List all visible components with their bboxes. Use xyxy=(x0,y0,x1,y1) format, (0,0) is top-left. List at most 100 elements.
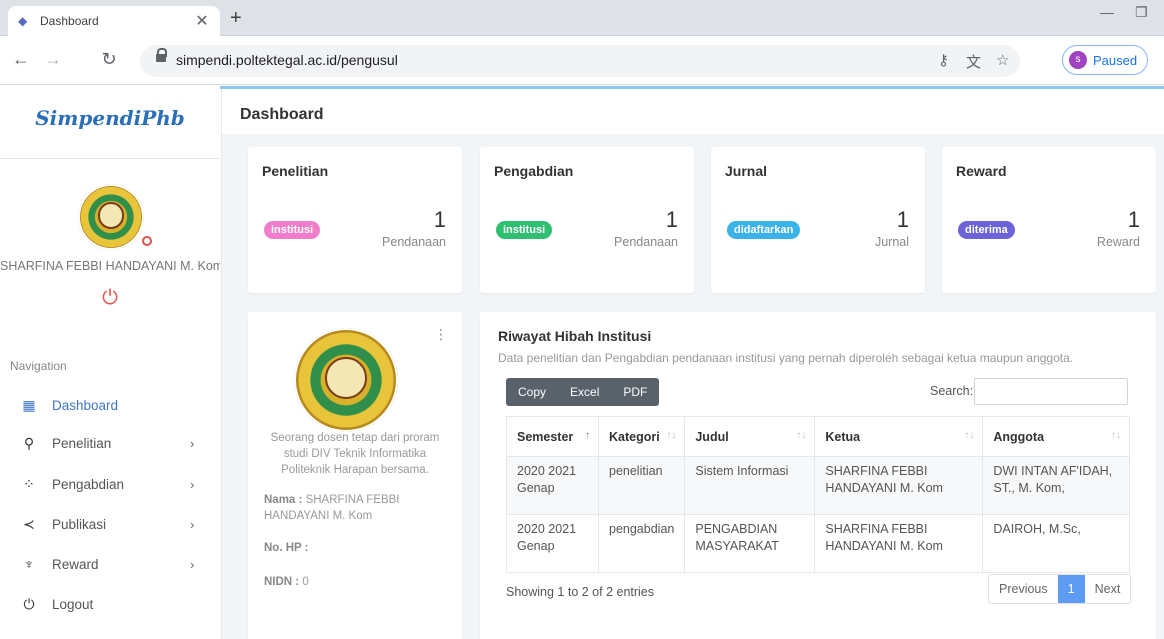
nav-heading: Navigation xyxy=(10,359,67,373)
stat-card-penelitian[interactable]: Penelitian institusi 1 Pendanaan xyxy=(248,147,462,293)
user-status-icon xyxy=(142,236,152,246)
sidebar-item-pengabdian[interactable]: ⁘ Pengabdian › xyxy=(0,470,220,498)
page-title: Dashboard xyxy=(240,106,324,123)
copy-button[interactable]: Copy xyxy=(506,378,558,406)
previous-page-button[interactable]: Previous xyxy=(989,575,1058,603)
search-input[interactable] xyxy=(974,378,1128,405)
sidebar-divider xyxy=(0,158,220,159)
hibah-table: Semester ↑ Kategori ↑↓ Judul ↑↓ Ketua ↑↓… xyxy=(506,416,1130,573)
power-icon[interactable]: ⏻ xyxy=(100,288,120,308)
status-badge: institusi xyxy=(264,221,321,239)
cell-anggota: DAIROH, M.Sc, xyxy=(982,514,1130,573)
stat-title: Penelitian xyxy=(262,163,329,179)
minimize-icon[interactable]: — xyxy=(1100,4,1114,20)
cell-semester: 2020 2021 Genap xyxy=(506,514,599,573)
column-header-judul[interactable]: Judul ↑↓ xyxy=(684,416,816,457)
sidebar: SimpendiPhb SHARFINA FEBBI HANDAYANI M. … xyxy=(0,86,220,639)
app-logo[interactable]: SimpendiPhb xyxy=(0,106,220,130)
stat-card-reward[interactable]: Reward diterima 1 Reward xyxy=(942,147,1156,293)
riwayat-hibah-card: Riwayat Hibah Institusi Data penelitian … xyxy=(480,312,1156,639)
status-badge: didaftarkan xyxy=(727,221,801,239)
stat-unit: Reward xyxy=(1096,235,1140,249)
omnibox[interactable]: simpendi.poltektegal.ac.id/pengusul ⚷ 文 … xyxy=(140,45,1020,77)
column-label: Ketua xyxy=(825,429,861,444)
sidebar-item-label: Publikasi xyxy=(52,516,107,532)
stat-title: Reward xyxy=(956,163,1007,179)
sidebar-item-label: Reward xyxy=(52,556,99,572)
more-options-icon[interactable]: ⋮ xyxy=(434,326,448,343)
profile-nama: Nama : SHARFINA FEBBI HANDAYANI M. Kom xyxy=(264,492,450,524)
pagination: Previous 1 Next xyxy=(988,574,1132,604)
stat-value: 1 xyxy=(433,207,446,232)
sidebar-user-name: SHARFINA FEBBI HANDAYANI M. Kom xyxy=(0,259,220,273)
tab-title: Dashboard xyxy=(40,14,99,28)
main-content: Dashboard Penelitian institusi 1 Pendana… xyxy=(221,89,1164,639)
share-icon: ≺ xyxy=(23,515,35,532)
address-bar: ← → ↻ simpendi.poltektegal.ac.id/pengusu… xyxy=(0,36,1164,85)
profile-card: ⋮ Seorang dosen tetap dari proram studi … xyxy=(248,312,462,639)
institution-logo xyxy=(294,328,398,432)
close-tab-icon[interactable]: ✕ xyxy=(194,11,210,31)
table-row: 2020 2021 Genap penelitian Sistem Inform… xyxy=(506,456,1130,515)
cell-kategori: penelitian xyxy=(597,456,686,515)
table-row: 2020 2021 Genap pengabdian PENGABDIAN MA… xyxy=(506,514,1130,573)
column-header-kategori[interactable]: Kategori ↑↓ xyxy=(597,416,686,457)
favicon-icon: ◆ xyxy=(18,14,28,28)
sort-icon: ↑↓ xyxy=(964,430,975,441)
status-badge: institusi xyxy=(496,221,553,239)
column-label: Semester xyxy=(517,429,574,444)
column-label: Kategori xyxy=(609,429,660,444)
browser-tab[interactable]: ◆ Dashboard ✕ xyxy=(8,6,220,36)
excel-button[interactable]: Excel xyxy=(558,378,611,406)
search-label: Search: xyxy=(930,384,974,398)
sidebar-item-publikasi[interactable]: ≺ Publikasi › xyxy=(0,510,220,538)
export-button-group: Copy Excel PDF xyxy=(506,378,660,406)
star-icon[interactable]: ☆ xyxy=(996,51,1009,69)
browser-tab-bar: ◆ Dashboard ✕ + — ❐ xyxy=(0,0,1164,36)
translate-icon[interactable]: 文 xyxy=(966,51,981,72)
stat-value: 1 xyxy=(1127,207,1140,232)
sort-icon: ↑↓ xyxy=(666,430,677,441)
forward-icon[interactable]: → xyxy=(42,48,64,70)
sidebar-item-dashboard[interactable]: ▦ Dashboard xyxy=(0,391,220,419)
stat-card-pengabdian[interactable]: Pengabdian institusi 1 Pendanaan xyxy=(480,147,694,293)
sidebar-item-logout[interactable]: ⏻ Logout xyxy=(0,590,220,618)
table-info: Showing 1 to 2 of 2 entries xyxy=(506,585,655,599)
stat-value: 1 xyxy=(896,207,909,232)
stat-value: 1 xyxy=(665,207,678,232)
key-icon[interactable]: ⚷ xyxy=(938,51,949,69)
cell-anggota: DWI INTAN AF'IDAH, ST., M. Kom, xyxy=(982,456,1130,515)
sidebar-item-label: Pengabdian xyxy=(52,476,125,492)
sort-asc-icon: ↑ xyxy=(585,430,590,441)
pdf-button[interactable]: PDF xyxy=(611,378,659,406)
sidebar-item-penelitian[interactable]: ⚲ Penelitian › xyxy=(0,429,220,457)
stat-title: Jurnal xyxy=(725,163,768,179)
back-icon[interactable]: ← xyxy=(10,48,32,70)
profile-button[interactable]: s Paused xyxy=(1062,45,1148,75)
cell-semester: 2020 2021 Genap xyxy=(506,456,599,515)
field-label: No. HP : xyxy=(264,542,309,554)
column-header-ketua[interactable]: Ketua ↑↓ xyxy=(814,416,984,457)
column-header-anggota[interactable]: Anggota ↑↓ xyxy=(982,416,1130,457)
new-tab-icon[interactable]: + xyxy=(230,6,242,30)
column-header-semester[interactable]: Semester ↑ xyxy=(506,416,599,457)
stat-card-jurnal[interactable]: Jurnal didaftarkan 1 Jurnal xyxy=(711,147,925,293)
column-label: Judul xyxy=(695,429,729,444)
next-page-button[interactable]: Next xyxy=(1085,575,1131,603)
url-text[interactable]: simpendi.poltektegal.ac.id/pengusul xyxy=(176,52,398,68)
restore-icon[interactable]: ❐ xyxy=(1135,4,1148,21)
chevron-right-icon: › xyxy=(190,476,195,492)
chevron-right-icon: › xyxy=(190,516,195,532)
stat-unit: Jurnal xyxy=(874,235,909,249)
profile-description: Seorang dosen tetap dari proram studi DI… xyxy=(270,432,440,476)
profile-avatar: s xyxy=(1069,51,1087,69)
reload-icon[interactable]: ↻ xyxy=(98,48,120,70)
profile-label: Paused xyxy=(1093,52,1138,68)
profile-nidn: NIDN : 0 xyxy=(264,574,309,590)
page-button-1[interactable]: 1 xyxy=(1057,575,1085,603)
trophy-icon: ♆ xyxy=(23,556,35,572)
sidebar-item-reward[interactable]: ♆ Reward › xyxy=(0,550,220,578)
sidebar-item-label: Penelitian xyxy=(52,435,112,451)
stat-title: Pengabdian xyxy=(494,163,574,179)
stat-unit: Pendanaan xyxy=(614,235,678,249)
